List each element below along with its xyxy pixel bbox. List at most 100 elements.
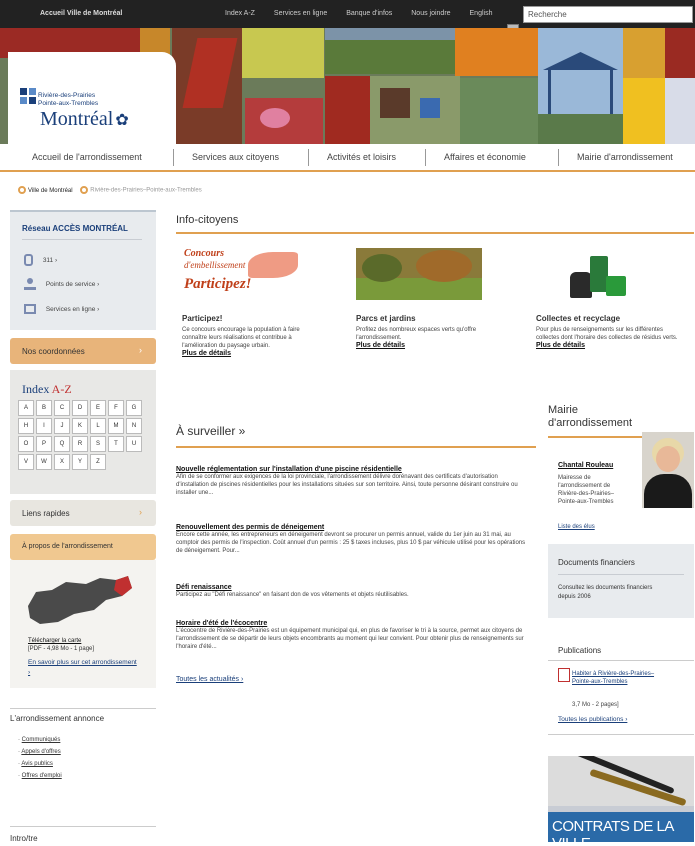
mairie-title[interactable]: Mairie d'arrondissement (548, 404, 694, 430)
rosette-icon: ✿ (115, 112, 129, 129)
nav-activites[interactable]: Activités et loisirs (327, 152, 396, 162)
info-citoyens-title: Info-citoyens (176, 214, 239, 226)
flower-graphic-icon (248, 252, 298, 278)
news-item: Défi renaissance Participez au "Défi ren… (176, 584, 528, 620)
index-letter[interactable]: K (72, 418, 88, 434)
parcs-photo[interactable] (356, 248, 482, 300)
index-title: Index A-Z (22, 382, 72, 397)
link-nous-joindre[interactable]: Nous joindre (411, 10, 450, 17)
index-letter[interactable]: T (108, 436, 124, 452)
plus-de-details-link[interactable]: Plus de détails (356, 342, 502, 349)
index-letter[interactable]: N (126, 418, 142, 434)
index-letter[interactable]: Y (72, 454, 88, 470)
info-col-title: Parcs et jardins (356, 314, 416, 323)
documents-financiers-panel[interactable]: Documents financiers Consultez les docum… (548, 544, 694, 618)
contrats-label: CONTRATS DE LA VILLE (552, 818, 674, 842)
index-letter[interactable]: D (72, 400, 88, 416)
publication-link[interactable]: Habiter à Rivière-des-Prairies–Pointe-au… (572, 670, 664, 686)
right-column: Mairie d'arrondissement Chantal Rouleau … (548, 404, 694, 842)
toutes-actualites-link[interactable]: Toutes les actualités › (176, 676, 528, 683)
apropos-tab[interactable]: À propos de l'arrondissement (10, 534, 156, 560)
map-download-link[interactable]: Télécharger la carte (28, 638, 81, 644)
annonce-avis[interactable]: · Avis publics (18, 758, 156, 770)
news-title-link[interactable]: Défi renaissance (176, 584, 528, 591)
news-title-link[interactable]: Renouvellement des permis de déneigement (176, 524, 528, 531)
index-az-panel: Index A-Z A B C D E F G H I J K L M N O … (10, 370, 156, 494)
index-letter[interactable]: R (72, 436, 88, 452)
news-title-link[interactable]: Nouvelle réglementation sur l'installati… (176, 466, 528, 473)
annonce-offres[interactable]: · Offres d'emploi (18, 770, 156, 782)
logo-line-1: Rivière-des-Prairies (38, 92, 96, 99)
acces-item-services[interactable]: Services en ligne › (24, 304, 99, 314)
nav-services[interactable]: Services aux citoyens (192, 152, 279, 162)
coordonnees-button[interactable]: Nos coordonnées › (10, 338, 156, 364)
index-letter[interactable]: O (18, 436, 34, 452)
acces-item-label: Services en ligne › (45, 305, 100, 313)
index-letter[interactable]: G (126, 400, 142, 416)
map-download-meta: [PDF - 4,98 Mo - 1 page] (28, 646, 95, 652)
en-savoir-plus-link[interactable]: En savoir plus sur cet arrondissement › (28, 658, 138, 678)
annonce-label: Avis publics (21, 761, 53, 767)
plus-de-details-link[interactable]: Plus de détails (182, 350, 324, 357)
link-index-az[interactable]: Index A-Z (225, 10, 255, 17)
index-letter[interactable]: A (18, 400, 34, 416)
annonce-communiques[interactable]: · Communiqués (18, 734, 156, 746)
section-rule (176, 232, 694, 234)
breadcrumb-current: Rivière-des-Prairies–Pointe-aux-Trembles (90, 187, 202, 194)
index-letter[interactable]: Q (54, 436, 70, 452)
acces-montreal-panel: Réseau ACCÈS MONTRÉAL 311 › Points de se… (10, 210, 156, 330)
publication-meta: 3,7 Mo - 2 pages] (572, 702, 619, 708)
news-item: Renouvellement des permis de déneigement… (176, 524, 528, 584)
logo-line-2: Pointe-aux-Trembles (38, 100, 99, 107)
index-letter[interactable]: L (90, 418, 106, 434)
contrats-ville-banner[interactable]: CONTRATS DE LA VILLE (548, 756, 694, 842)
news-title-link[interactable]: Horaire d'été de l'écocentre (176, 620, 528, 627)
search-input[interactable]: Recherche (523, 6, 693, 23)
concours-promo-image[interactable]: Concours d'embellissement Participez! (182, 248, 302, 300)
index-letter[interactable]: W (36, 454, 52, 470)
annonce-appels[interactable]: · Appels d'offres (18, 746, 156, 758)
news-summary: Encore cette année, les entrepreneurs en… (176, 532, 526, 554)
index-letter[interactable]: H (18, 418, 34, 434)
borough-logo[interactable]: Rivière-des-Prairies Pointe-aux-Trembles… (8, 52, 176, 144)
borough-map-image[interactable] (24, 574, 134, 626)
index-letter[interactable]: V (18, 454, 34, 470)
index-letter[interactable]: P (36, 436, 52, 452)
index-letter[interactable]: F (108, 400, 124, 416)
toutes-publications-link[interactable]: Toutes les publications › (558, 716, 627, 723)
index-letter[interactable]: C (54, 400, 70, 416)
a-surveiller-title[interactable]: À surveiller » (176, 424, 536, 438)
news-summary: L'écocentre de Rivière-des-Prairies est … (176, 628, 524, 650)
index-letter[interactable]: E (90, 400, 106, 416)
nav-accueil[interactable]: Accueil de l'arrondissement (32, 152, 142, 162)
index-letter[interactable]: J (54, 418, 70, 434)
acces-item-points[interactable]: Points de service › (24, 278, 99, 290)
annonce-label: Communiqués (21, 737, 61, 743)
home-city-link[interactable]: Accueil Ville de Montréal (40, 10, 122, 17)
index-letter[interactable]: M (108, 418, 124, 434)
nav-mairie[interactable]: Mairie d'arrondissement (577, 152, 673, 162)
index-letter[interactable]: Z (90, 454, 106, 470)
index-letter[interactable]: U (126, 436, 142, 452)
nav-affaires[interactable]: Affaires et économie (444, 152, 526, 162)
breadcrumb-ville[interactable]: Ville de Montréal (28, 188, 73, 194)
promo-line-2: d'embellissement (184, 260, 246, 270)
info-col-participez: Participez! Ce concours encourage la pop… (182, 314, 324, 357)
person-icon (24, 278, 36, 290)
liens-rapides-button[interactable]: Liens rapides › (10, 500, 156, 526)
index-letter[interactable]: B (36, 400, 52, 416)
index-letter[interactable]: S (90, 436, 106, 452)
breadcrumb-dot-icon (18, 186, 26, 194)
index-letter[interactable]: X (54, 454, 70, 470)
promo-line-1: Concours (184, 248, 225, 259)
recycling-bins-image[interactable] (568, 252, 628, 300)
acces-item-311[interactable]: 311 › (24, 254, 57, 266)
liste-elus-link[interactable]: Liste des élus (558, 524, 595, 530)
link-english[interactable]: English (470, 10, 493, 17)
link-banque-infos[interactable]: Banque d'infos (346, 10, 392, 17)
mayor-name-link[interactable]: Chantal Rouleau (558, 462, 613, 469)
link-services-en-ligne[interactable]: Services en ligne (274, 10, 327, 17)
plus-de-details-link[interactable]: Plus de détails (536, 342, 686, 349)
index-letter[interactable]: I (36, 418, 52, 434)
trash-bag-icon (570, 272, 592, 298)
